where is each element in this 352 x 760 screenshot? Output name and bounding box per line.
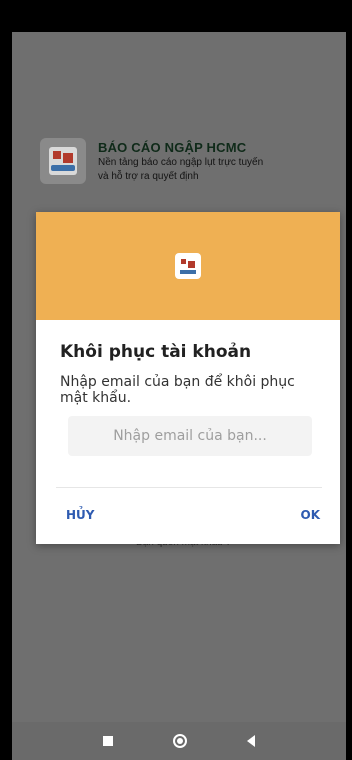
- system-nav-bar: [12, 722, 346, 760]
- app-header: BÁO CÁO NGẬP HCMC Nền tảng báo cáo ngập …: [40, 138, 340, 188]
- email-input[interactable]: [68, 416, 312, 456]
- dialog-message: Nhập email của bạn để khôi phục mật khẩu…: [60, 374, 295, 406]
- dialog-title: Khôi phục tài khoản: [60, 342, 252, 362]
- square-icon[interactable]: [103, 736, 113, 746]
- triangle-back-icon[interactable]: [247, 735, 255, 747]
- dialog-header-banner: [36, 212, 340, 320]
- app-subtitle-line2: và hỗ trợ ra quyết định: [98, 171, 199, 182]
- circle-icon[interactable]: [173, 734, 187, 748]
- app-title: BÁO CÁO NGẬP HCMC: [98, 140, 247, 155]
- header-text: BÁO CÁO NGẬP HCMC Nền tảng báo cáo ngập …: [98, 138, 263, 183]
- app-logo-icon: [40, 138, 86, 184]
- app-subtitle-line1: Nền tảng báo cáo ngập lụt trực tuyến: [98, 157, 264, 168]
- screen: BÁO CÁO NGẬP HCMC Nền tảng báo cáo ngập …: [12, 0, 346, 760]
- ok-button[interactable]: OK: [301, 508, 321, 522]
- app-logo-icon: [175, 253, 201, 279]
- cancel-button[interactable]: HỦY: [66, 508, 94, 522]
- recovery-dialog: Khôi phục tài khoản Nhập email của bạn đ…: [36, 212, 340, 544]
- status-bar: [12, 0, 346, 32]
- dialog-divider: [56, 487, 322, 488]
